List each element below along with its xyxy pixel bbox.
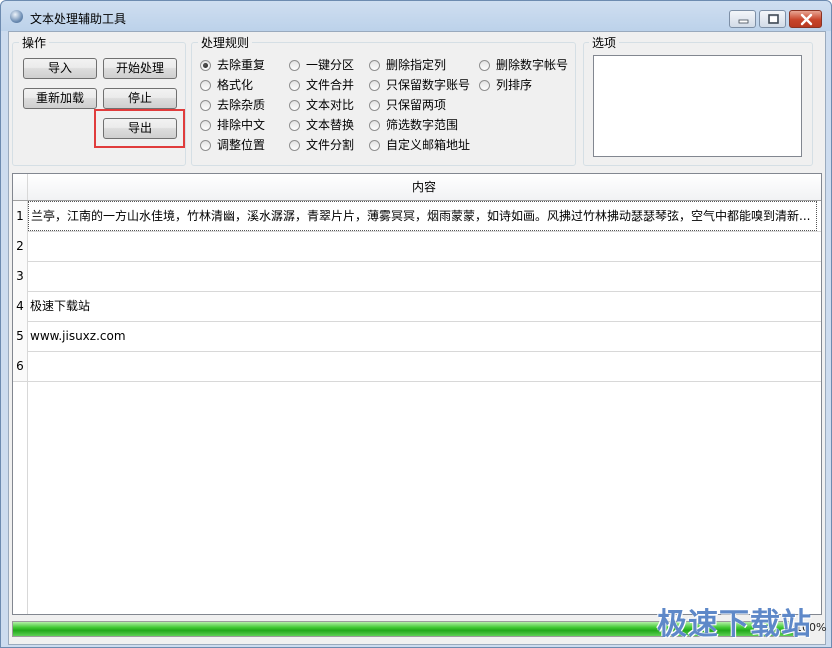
rule-label: 删除指定列 xyxy=(386,58,447,72)
rule-label: 格式化 xyxy=(217,78,254,92)
table-row[interactable]: 1 兰亭，江南的一方山水佳境，竹林清幽，溪水潺潺，青翠片片，薄雾冥冥，烟雨蒙蒙，… xyxy=(13,201,821,232)
table-row[interactable]: 6 xyxy=(13,351,821,382)
radio-icon xyxy=(289,80,300,91)
table-row[interactable]: 4 极速下载站 xyxy=(13,291,821,322)
minimize-button[interactable] xyxy=(729,10,756,28)
operations-group: 操作 导入 开始处理 重新加载 停止 导出 xyxy=(12,34,186,166)
options-group: 选项 xyxy=(583,34,813,166)
app-icon xyxy=(10,10,23,23)
radio-icon xyxy=(479,80,490,91)
row-cell[interactable] xyxy=(28,261,817,291)
row-number[interactable]: 3 xyxy=(13,261,28,291)
radio-checked-icon xyxy=(200,60,211,71)
radio-icon xyxy=(289,140,300,151)
row-number[interactable]: 5 xyxy=(13,321,28,351)
radio-icon xyxy=(369,120,380,131)
rule-label: 文件分割 xyxy=(306,138,355,152)
row-header-column xyxy=(13,381,28,614)
rule-adjust-position[interactable]: 调整位置 xyxy=(200,137,265,153)
close-button[interactable] xyxy=(789,10,822,28)
stop-button[interactable]: 停止 xyxy=(103,88,177,109)
window-title: 文本处理辅助工具 xyxy=(30,12,127,26)
rule-remove-impurities[interactable]: 去除杂质 xyxy=(200,97,265,113)
rule-label: 只保留两项 xyxy=(386,98,447,112)
radio-icon xyxy=(369,140,380,151)
rule-keep-two-items[interactable]: 只保留两项 xyxy=(369,97,446,113)
operations-label: 操作 xyxy=(19,34,50,51)
rule-merge-files[interactable]: 文件合并 xyxy=(289,77,354,93)
rule-label: 列排序 xyxy=(496,78,533,92)
radio-icon xyxy=(200,140,211,151)
export-button[interactable]: 导出 xyxy=(103,118,177,139)
table-row[interactable]: 3 xyxy=(13,261,821,292)
rules-label: 处理规则 xyxy=(198,34,253,51)
minimize-icon xyxy=(738,19,749,24)
app-window: 文本处理辅助工具 操作 导入 开始处理 重新加载 停止 导出 处理规则 去除重复… xyxy=(0,0,832,648)
rule-text-compare[interactable]: 文本对比 xyxy=(289,97,354,113)
maximize-icon xyxy=(768,14,779,24)
rule-one-click-partition[interactable]: 一键分区 xyxy=(289,57,354,73)
rule-sort-columns[interactable]: 列排序 xyxy=(479,77,532,93)
row-number[interactable]: 6 xyxy=(13,351,28,381)
rule-label: 调整位置 xyxy=(217,138,266,152)
table-row[interactable]: 5 www.jisuxz.com xyxy=(13,321,821,352)
row-cell[interactable] xyxy=(28,351,817,381)
rule-filter-number-range[interactable]: 筛选数字范围 xyxy=(369,117,458,133)
rule-label: 筛选数字范围 xyxy=(386,118,459,132)
row-cell[interactable]: 兰亭，江南的一方山水佳境，竹林清幽，溪水潺潺，青翠片片，薄雾冥冥，烟雨蒙蒙，如诗… xyxy=(28,201,817,231)
radio-icon xyxy=(369,80,380,91)
row-number[interactable]: 1 xyxy=(13,201,28,231)
rule-label: 去除杂质 xyxy=(217,98,266,112)
row-cell[interactable]: 极速下载站 xyxy=(28,291,817,321)
import-button[interactable]: 导入 xyxy=(23,58,97,79)
radio-icon xyxy=(289,100,300,111)
radio-icon xyxy=(289,120,300,131)
grid-header: 内容 xyxy=(13,174,821,201)
content-grid[interactable]: 内容 1 兰亭，江南的一方山水佳境，竹林清幽，溪水潺潺，青翠片片，薄雾冥冥，烟雨… xyxy=(12,173,822,615)
row-number[interactable]: 4 xyxy=(13,291,28,321)
options-panel[interactable] xyxy=(593,55,802,157)
rule-delete-column[interactable]: 删除指定列 xyxy=(369,57,446,73)
radio-icon xyxy=(369,60,380,71)
rule-label: 自定义邮箱地址 xyxy=(386,138,471,152)
radio-icon xyxy=(200,80,211,91)
radio-icon xyxy=(200,100,211,111)
rule-label: 文件合并 xyxy=(306,78,355,92)
row-cell[interactable]: www.jisuxz.com xyxy=(28,321,817,351)
radio-icon xyxy=(200,120,211,131)
rule-label: 文本替换 xyxy=(306,118,355,132)
rule-remove-duplicates[interactable]: 去除重复 xyxy=(200,57,265,73)
rules-group: 处理规则 去除重复 格式化 去除杂质 排除中文 调整位置 一键分区 文件合并 文… xyxy=(191,34,576,166)
close-icon xyxy=(800,13,813,26)
rule-label: 删除数字帐号 xyxy=(496,58,569,72)
rule-label: 去除重复 xyxy=(217,58,266,72)
rule-label: 一键分区 xyxy=(306,58,355,72)
rule-format[interactable]: 格式化 xyxy=(200,77,253,93)
rule-text-replace[interactable]: 文本替换 xyxy=(289,117,354,133)
radio-icon xyxy=(289,60,300,71)
radio-icon xyxy=(479,60,490,71)
rule-split-file[interactable]: 文件分割 xyxy=(289,137,354,153)
rule-label: 文本对比 xyxy=(306,98,355,112)
watermark-logo: 极速下载站 xyxy=(657,607,812,642)
rule-delete-numeric-accounts[interactable]: 删除数字帐号 xyxy=(479,57,568,73)
title-bar[interactable]: 文本处理辅助工具 xyxy=(1,1,831,31)
column-header-content[interactable]: 内容 xyxy=(27,174,821,200)
options-label: 选项 xyxy=(589,34,620,51)
radio-icon xyxy=(369,100,380,111)
rule-keep-numeric-accounts[interactable]: 只保留数字账号 xyxy=(369,77,470,93)
row-header-corner xyxy=(13,174,28,200)
row-number[interactable]: 2 xyxy=(13,231,28,261)
rule-custom-email[interactable]: 自定义邮箱地址 xyxy=(369,137,470,153)
rule-exclude-chinese[interactable]: 排除中文 xyxy=(200,117,265,133)
table-row[interactable]: 2 xyxy=(13,231,821,262)
row-cell[interactable] xyxy=(28,231,817,261)
rule-label: 只保留数字账号 xyxy=(386,78,471,92)
reload-button[interactable]: 重新加载 xyxy=(23,88,97,109)
client-area: 操作 导入 开始处理 重新加载 停止 导出 处理规则 去除重复 格式化 去除杂质… xyxy=(8,31,826,645)
maximize-button[interactable] xyxy=(759,10,786,28)
start-button[interactable]: 开始处理 xyxy=(103,58,177,79)
rule-label: 排除中文 xyxy=(217,118,266,132)
